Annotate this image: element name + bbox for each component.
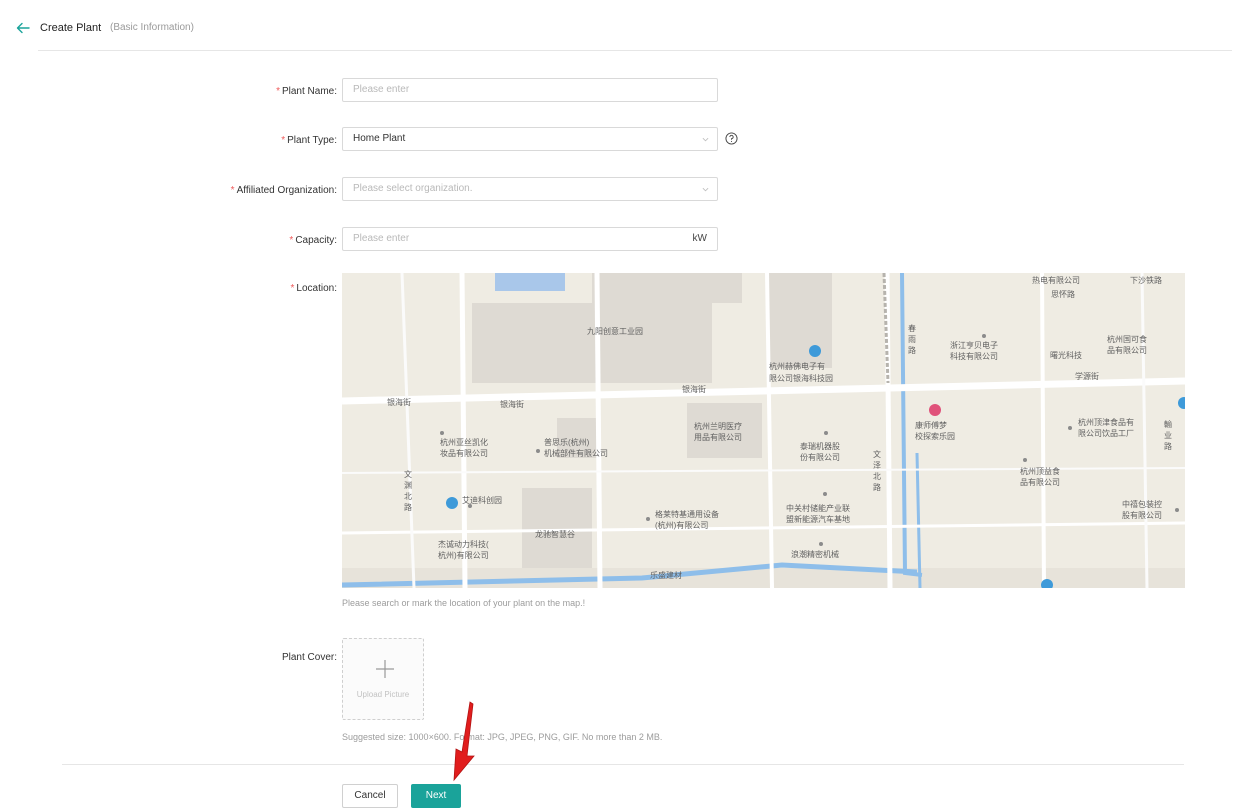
map-label: 浙江亨贝电子 bbox=[950, 341, 998, 350]
annotation-arrow-icon bbox=[453, 701, 475, 782]
map-label: 科技有限公司 bbox=[950, 352, 998, 361]
map-label: 银海街 bbox=[682, 385, 706, 394]
upload-picture-label: Upload Picture bbox=[356, 690, 410, 699]
map-label: (杭州)有限公司 bbox=[655, 521, 709, 530]
map-label: 康师傅梦 bbox=[915, 421, 947, 430]
map-label: 輸业路 bbox=[1164, 420, 1172, 451]
organization-label: * Affiliated Organization: bbox=[230, 185, 337, 196]
map-label: 普思乐(杭州) bbox=[544, 438, 590, 447]
chevron-down-icon bbox=[702, 137, 709, 142]
map-label: 艾迪科创园 bbox=[462, 496, 502, 505]
map-label: 杰诚动力科技( bbox=[438, 540, 489, 549]
cover-size-hint: Suggested size: 1000×600. Format: JPG, J… bbox=[342, 732, 663, 742]
map-label: 思怀路 bbox=[1051, 290, 1075, 299]
plant-name-input[interactable]: Please enter bbox=[342, 78, 718, 102]
location-label: * Location: bbox=[290, 283, 338, 294]
map-label: 机械部件有限公司 bbox=[544, 449, 608, 458]
page-subtitle: (Basic Information) bbox=[110, 22, 194, 33]
upload-picture-button[interactable]: Upload Picture bbox=[342, 638, 424, 720]
map-label: 中禧包装控 bbox=[1122, 500, 1162, 509]
map-label: 杭州赫佛电子有 bbox=[769, 362, 825, 371]
map-label: 限公司饮品工厂 bbox=[1078, 429, 1134, 438]
organization-select[interactable]: Please select organization. bbox=[342, 177, 718, 201]
plant-type-select[interactable]: Home Plant bbox=[342, 127, 718, 151]
map-label: 盟新能源汽车基地 bbox=[786, 515, 850, 524]
map-label: 文泽北路 bbox=[873, 450, 881, 492]
map-label: 曙光科技 bbox=[1050, 351, 1082, 360]
map-label: 银海街 bbox=[387, 398, 411, 407]
map-label: 乐盛建材 bbox=[650, 571, 682, 580]
map-label: 中关村储能产业联 bbox=[786, 504, 850, 513]
map-label: 浪潮精密机械 bbox=[791, 550, 839, 559]
help-icon[interactable] bbox=[725, 132, 738, 145]
plant-type-label: * Plant Type: bbox=[281, 135, 337, 146]
map-label: 品有限公司 bbox=[1107, 346, 1147, 355]
required-marker: * bbox=[289, 235, 294, 246]
plant-name-label: * Plant Name: bbox=[276, 86, 337, 97]
required-marker: * bbox=[276, 86, 280, 97]
required-marker: * bbox=[290, 283, 295, 294]
map-label: 学源街 bbox=[1075, 372, 1099, 381]
plant-type-value: Home Plant bbox=[353, 133, 406, 144]
map-label: 九阳创意工业园 bbox=[587, 327, 643, 336]
header-divider bbox=[38, 50, 1232, 51]
map-label: 品有限公司 bbox=[1020, 478, 1060, 487]
map-label: 杭州亚丝凯化 bbox=[440, 438, 488, 447]
chevron-down-icon bbox=[702, 187, 709, 192]
map-label: 文渊北路 bbox=[404, 470, 412, 512]
required-marker: * bbox=[281, 135, 286, 146]
plant-cover-label: Plant Cover: bbox=[281, 652, 337, 663]
map-label: 校探索乐园 bbox=[915, 432, 955, 441]
map-label: 妆品有限公司 bbox=[440, 449, 488, 458]
capacity-label: * Capacity: bbox=[289, 235, 337, 246]
map-label: 股有限公司 bbox=[1122, 511, 1162, 520]
map-label: 杭州)有限公司 bbox=[438, 551, 489, 560]
map-label: 杭州顶津食品有 bbox=[1078, 418, 1134, 427]
capacity-input[interactable]: Please enter kW bbox=[342, 227, 718, 251]
map-label: 限公司银海科技园 bbox=[769, 374, 833, 383]
back-arrow-icon[interactable] bbox=[16, 21, 30, 35]
next-button[interactable]: Next bbox=[411, 784, 461, 808]
map-label: 泰瑞机器股 bbox=[800, 442, 840, 451]
page-title: Create Plant bbox=[40, 22, 102, 34]
required-marker: * bbox=[230, 185, 235, 196]
map-label: 杭州顶益食 bbox=[1020, 467, 1060, 476]
footer-divider bbox=[62, 764, 1184, 765]
page-header: Create Plant (Basic Information) bbox=[0, 0, 1239, 51]
map-label: 春雨路 bbox=[908, 324, 916, 355]
location-map[interactable]: 九阳创意工业园 杭州赫佛电子有 限公司银海科技园 银海街 银海街 银海街 浙江亨… bbox=[342, 273, 1185, 588]
location-hint: Please search or mark the location of yo… bbox=[342, 598, 586, 608]
map-label: 杭州国可食 bbox=[1107, 335, 1147, 344]
map-label: 龙驰智慧谷 bbox=[535, 530, 575, 539]
plus-icon bbox=[376, 660, 394, 678]
cancel-button[interactable]: Cancel bbox=[342, 784, 398, 808]
capacity-placeholder: Please enter bbox=[353, 233, 410, 244]
map-label: 份有限公司 bbox=[800, 453, 840, 462]
organization-placeholder: Please select organization. bbox=[353, 183, 473, 194]
map-label: 下沙铁路 bbox=[1130, 276, 1162, 285]
map-label: 银海街 bbox=[500, 400, 524, 409]
plant-name-placeholder: Please enter bbox=[353, 84, 410, 95]
map-label: 杭州兰明医疗 bbox=[694, 422, 742, 431]
map-label: 格莱特基通用设备 bbox=[655, 510, 719, 519]
map-label: 热电有限公司 bbox=[1032, 276, 1080, 285]
map-label: 用品有限公司 bbox=[694, 433, 742, 442]
capacity-unit: kW bbox=[692, 233, 707, 244]
